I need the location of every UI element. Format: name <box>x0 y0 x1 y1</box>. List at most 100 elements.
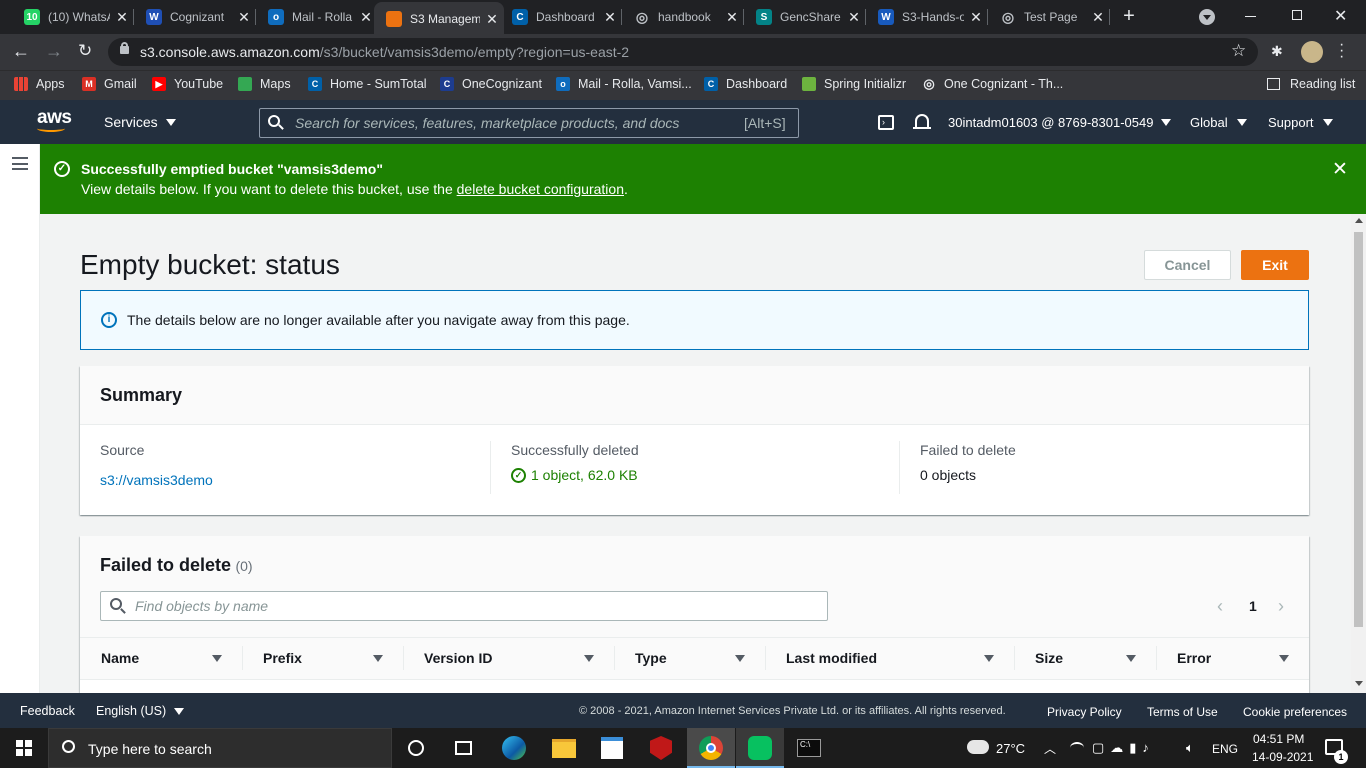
input-language[interactable]: ENG <box>1212 742 1238 756</box>
windows-start-icon[interactable] <box>16 740 32 756</box>
browser-tab[interactable]: W Cognizant ✕ <box>134 0 256 34</box>
notifications-bell-icon[interactable] <box>915 114 929 127</box>
browser-tab[interactable]: ◎ handbook ✕ <box>622 0 744 34</box>
privacy-link[interactable]: Privacy Policy <box>1047 705 1122 719</box>
clock-time[interactable]: 04:51 PM <box>1253 732 1304 746</box>
column-divider[interactable] <box>403 646 404 670</box>
page-number[interactable]: 1 <box>1249 598 1257 614</box>
store-icon[interactable] <box>601 737 623 759</box>
volume-icon[interactable]: 🔈︎ <box>1186 740 1194 756</box>
bookmark-item[interactable]: Spring Initializr <box>802 70 906 98</box>
profile-avatar[interactable] <box>1301 41 1323 63</box>
column-header[interactable]: Prefix <box>263 650 302 666</box>
sort-caret-icon[interactable] <box>984 655 994 662</box>
tab-close-icon[interactable]: ✕ <box>232 9 256 26</box>
banner-close-icon[interactable]: ✕ <box>1332 158 1348 181</box>
source-link[interactable]: s3://vamsis3demo <box>100 472 213 488</box>
cookies-link[interactable]: Cookie preferences <box>1243 705 1347 719</box>
clock-date[interactable]: 14-09-2021 <box>1252 750 1313 764</box>
close-window-button[interactable]: ✕ <box>1334 6 1347 26</box>
browser-tab[interactable]: 10 (10) WhatsApp✕ <box>12 0 134 34</box>
tray-chevron-icon[interactable]: ︿ <box>1044 740 1056 757</box>
column-divider[interactable] <box>1014 646 1015 670</box>
url-text[interactable]: s3.console.aws.amazon.com/s3/bucket/vams… <box>140 44 629 60</box>
browser-tab[interactable]: C Dashboard ✕ <box>500 0 622 34</box>
browser-tab[interactable]: S3 Management✕ <box>374 2 504 36</box>
column-divider[interactable] <box>242 646 243 670</box>
scrollbar-thumb[interactable] <box>1354 232 1363 627</box>
browser-tab[interactable]: W S3-Hands-on✕ <box>866 0 988 34</box>
weather-icon[interactable] <box>967 740 989 754</box>
sort-caret-icon[interactable] <box>373 655 383 662</box>
prev-page-icon[interactable]: ‹ <box>1217 596 1223 617</box>
column-divider[interactable] <box>765 646 766 670</box>
reading-list[interactable]: Reading list <box>1267 70 1355 98</box>
bookmark-item[interactable]: Apps <box>14 70 65 98</box>
bookmark-item[interactable]: C Dashboard <box>704 70 787 98</box>
browser-tab[interactable]: o Mail - Rolla ✕ <box>256 0 378 34</box>
column-header[interactable]: Name <box>101 650 139 666</box>
tab-close-icon[interactable]: ✕ <box>598 9 622 26</box>
bookmark-item[interactable]: o Mail - Rolla, Vamsi... <box>556 70 692 98</box>
cloudshell-icon[interactable]: › <box>878 115 894 130</box>
forward-icon[interactable]: → <box>45 41 63 62</box>
column-header[interactable]: Error <box>1177 650 1211 666</box>
sort-caret-icon[interactable] <box>212 655 222 662</box>
feedback-link[interactable]: Feedback <box>20 704 75 718</box>
network-icon[interactable] <box>1070 742 1084 754</box>
scroll-up-arrow[interactable] <box>1355 218 1363 223</box>
tab-close-icon[interactable]: ✕ <box>110 9 134 26</box>
column-header[interactable]: Size <box>1035 650 1063 666</box>
bookmark-item[interactable]: ▶ YouTube <box>152 70 223 98</box>
column-header[interactable]: Last modified <box>786 650 877 666</box>
edge-icon[interactable] <box>502 736 526 760</box>
tab-close-icon[interactable]: ✕ <box>720 9 744 26</box>
task-view-icon[interactable] <box>455 741 472 755</box>
tab-close-icon[interactable]: ✕ <box>842 9 866 26</box>
next-page-icon[interactable]: › <box>1278 596 1284 617</box>
column-header[interactable]: Type <box>635 650 667 666</box>
browser-menu-icon[interactable]: · · · <box>1339 37 1344 65</box>
browser-tab[interactable]: ◎ Test Page ✕ <box>988 0 1110 34</box>
bookmark-item[interactable]: M Gmail <box>82 70 137 98</box>
exit-button[interactable]: Exit <box>1241 250 1309 280</box>
account-menu[interactable]: 30intadm01603 @ 8769-8301-0549 <box>948 115 1172 130</box>
bookmark-item[interactable]: Maps <box>238 70 291 98</box>
sort-caret-icon[interactable] <box>1279 655 1289 662</box>
tab-search-icon[interactable] <box>1199 9 1215 25</box>
weather-temp[interactable]: 27°C <box>996 741 1025 756</box>
delete-bucket-config-link[interactable]: delete bucket configuration <box>457 181 624 197</box>
page-scrollbar[interactable] <box>1351 214 1366 693</box>
new-tab-button[interactable]: + <box>1118 5 1140 27</box>
bookmark-item[interactable]: ◎ One Cognizant - Th... <box>922 70 1063 98</box>
cortana-icon[interactable] <box>408 740 424 756</box>
column-divider[interactable] <box>614 646 615 670</box>
sort-caret-icon[interactable] <box>1126 655 1136 662</box>
restore-button[interactable] <box>1292 10 1302 20</box>
sort-caret-icon[interactable] <box>584 655 594 662</box>
bookmark-star-icon[interactable]: ☆ <box>1231 41 1246 61</box>
browser-tab[interactable]: S GencShare ✕ <box>744 0 866 34</box>
services-menu[interactable]: Services <box>104 114 176 130</box>
file-explorer-icon[interactable] <box>552 739 576 758</box>
sort-caret-icon[interactable] <box>735 655 745 662</box>
reload-icon[interactable]: ↻ <box>78 41 92 61</box>
column-divider[interactable] <box>1156 646 1157 670</box>
column-header[interactable]: Version ID <box>424 650 492 666</box>
support-menu[interactable]: Support <box>1268 115 1333 130</box>
cancel-button[interactable]: Cancel <box>1144 250 1231 280</box>
aws-logo[interactable]: aws <box>37 107 72 132</box>
tab-close-icon[interactable]: ✕ <box>964 9 988 26</box>
bookmark-item[interactable]: C Home - SumTotal <box>308 70 427 98</box>
region-menu[interactable]: Global <box>1190 115 1247 130</box>
terms-link[interactable]: Terms of Use <box>1147 705 1218 719</box>
language-selector[interactable]: English (US) <box>96 704 185 718</box>
terminal-icon[interactable]: C:\ <box>797 739 821 757</box>
back-icon[interactable]: ← <box>12 41 30 62</box>
hamburger-menu-icon[interactable] <box>12 157 28 170</box>
minimize-button[interactable] <box>1245 16 1256 17</box>
scroll-down-arrow[interactable] <box>1355 681 1363 686</box>
tab-close-icon[interactable]: ✕ <box>1086 9 1110 26</box>
bookmark-item[interactable]: C OneCognizant <box>440 70 542 98</box>
tray-icons[interactable]: ▢☁▮♪ <box>1092 740 1155 756</box>
